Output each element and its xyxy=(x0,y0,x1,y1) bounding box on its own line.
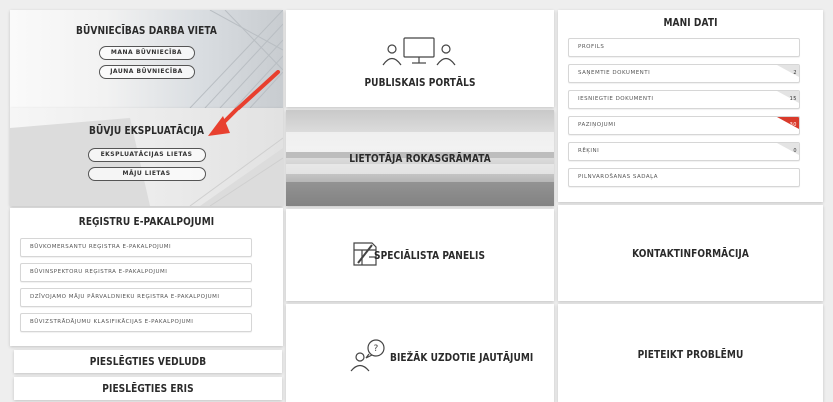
tile-mani-dati: MANI DATI PROFILS SAŅEMTIE DOKUMENTI 2 I… xyxy=(558,10,823,202)
tile-biezak-uzdotie-jautajumi[interactable]: ? BIEŽĀK UZDOTIE JAUTĀJUMI xyxy=(286,304,554,402)
red-arrow-shaft xyxy=(233,70,280,110)
tile-buvju-ekspluatacija[interactable]: BŪVJU EKSPLUATĀCIJA EKSPLUATĀCIJAS LIETA… xyxy=(10,108,283,206)
iesniegtie-dokumenti-button[interactable]: IESNIEGTIE DOKUMENTI 15 xyxy=(568,90,800,109)
tile-title: KONTAKTINFORMĀCIJA xyxy=(632,247,749,260)
button-label: PROFILS xyxy=(578,44,605,50)
red-arrow-annotation xyxy=(208,108,241,136)
svg-text:?: ? xyxy=(374,344,379,354)
count-badge: 2 xyxy=(793,70,797,76)
tile-title: REĢISTRU E-PAKALPOJUMI xyxy=(78,215,215,228)
maju-parvaldnieku-registrs-button[interactable]: DZĪVOJAMO MĀJU PĀRVALDNIEKU REĢISTRA E-P… xyxy=(20,288,252,307)
count-badge: 30 xyxy=(789,122,797,128)
button-label: PAZIŅOJUMI xyxy=(578,122,616,128)
buvkomersantu-registrs-button[interactable]: BŪVKOMERSANTU REĢISTRA E-PAKALPOJUMI xyxy=(20,238,252,257)
tile-publiskais-portals[interactable]: PUBLISKAIS PORTĀLS xyxy=(286,10,554,107)
tile-title: PUBLISKAIS PORTĀLS xyxy=(364,76,476,89)
tile-title: SPECIĀLISTA PANELIS xyxy=(374,249,486,262)
button-label: RĒĶINI xyxy=(578,148,600,154)
mana-buvnieciba-button[interactable]: MANA BŪVNIECĪBA xyxy=(98,46,195,60)
tile-registru-e-pakalpojumi: REĢISTRU E-PAKALPOJUMI BŪVKOMERSANTU REĢ… xyxy=(10,208,283,346)
sanemtie-dokumenti-button[interactable]: SAŅEMTIE DOKUMENTI 2 xyxy=(568,64,800,83)
button-label: IESNIEGTIE DOKUMENTI xyxy=(578,96,654,102)
tile-lietotaja-rokasgramata[interactable]: LIETOTĀJA ROKASGRĀMATA xyxy=(286,110,554,206)
rekini-button[interactable]: RĒĶINI 0 xyxy=(568,142,800,161)
pilnvarosanas-sadala-button[interactable]: PILNVAROŠANAS SADAĻA xyxy=(568,168,800,187)
button-label: PILNVAROŠANAS SADAĻA xyxy=(578,174,658,180)
tile-pieteikt-problemu[interactable]: PIETEIKT PROBLĒMU xyxy=(558,304,823,402)
tile-title: PIETEIKT PROBLĒMU xyxy=(637,348,744,361)
tile-title: BŪVNIECĪBAS DARBA VIETA xyxy=(76,24,217,37)
button-label: PIESLĒGTIES VEDLUDB xyxy=(89,355,207,368)
count-badge: 0 xyxy=(793,148,797,154)
jauna-buvnieciba-button[interactable]: JAUNA BŪVNIECĪBA xyxy=(98,65,195,79)
person-question-icon: ? xyxy=(350,339,385,372)
buvizstradajumu-klasifikacija-button[interactable]: BŪVIZSTRĀDĀJUMU KLASIFIKĀCIJAS E-PAKALPO… xyxy=(20,313,252,332)
tile-kontaktinformacija[interactable]: KONTAKTINFORMĀCIJA xyxy=(558,205,823,301)
people-computer-icon xyxy=(382,37,456,66)
tile-title: MANI DATI xyxy=(663,16,718,29)
profils-button[interactable]: PROFILS xyxy=(568,38,800,57)
pazinojumi-button[interactable]: PAZIŅOJUMI 30 xyxy=(568,116,800,135)
count-badge: 15 xyxy=(789,96,797,102)
pieslegties-eris-button[interactable]: PIESLĒGTIES ERIS xyxy=(14,377,282,400)
buvinspektoru-registrs-button[interactable]: BŪVINSPEKTORU REĢISTRA E-PAKALPOJUMI xyxy=(20,263,252,282)
button-label: PIESLĒGTIES ERIS xyxy=(102,382,194,395)
tile-title: BIEŽĀK UZDOTIE JAUTĀJUMI xyxy=(390,351,534,364)
pieslegties-vedludb-button[interactable]: PIESLĒGTIES VEDLUDB xyxy=(14,350,282,373)
tile-specialista-panelis[interactable]: SPECIĀLISTA PANELIS xyxy=(286,209,554,301)
tile-title: LIETOTĀJA ROKASGRĀMATA xyxy=(349,152,491,165)
button-label: SAŅEMTIE DOKUMENTI xyxy=(578,70,651,76)
